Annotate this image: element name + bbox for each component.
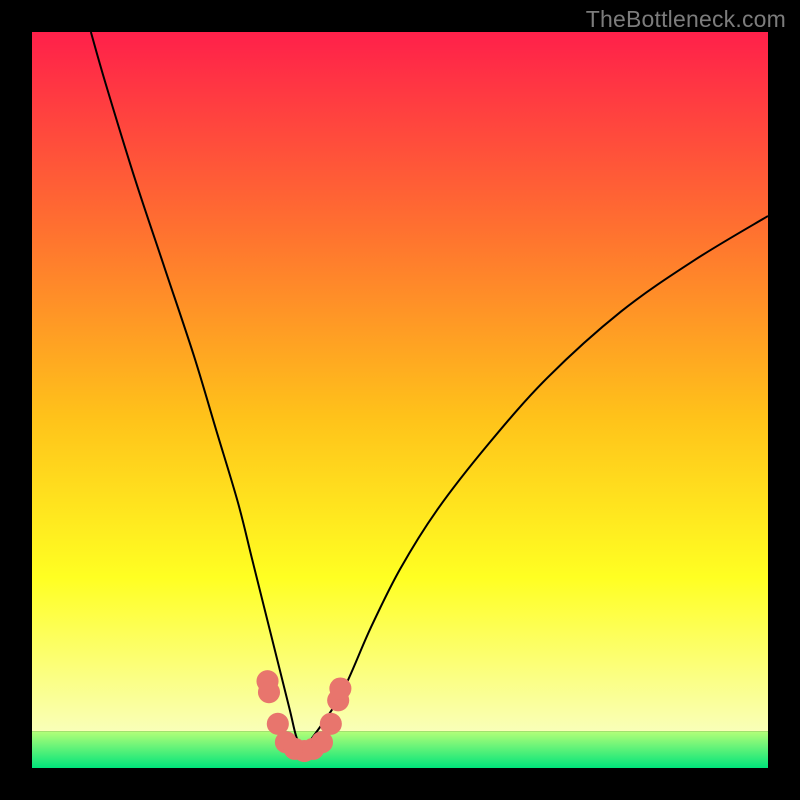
marker-dot — [258, 681, 280, 703]
chart-frame: TheBottleneck.com — [0, 0, 800, 800]
marker-dot — [320, 713, 342, 735]
gradient-bg — [32, 32, 768, 731]
marker-dot — [329, 677, 351, 699]
good-band — [32, 731, 768, 768]
watermark-text: TheBottleneck.com — [586, 6, 786, 33]
chart-svg — [0, 0, 800, 800]
